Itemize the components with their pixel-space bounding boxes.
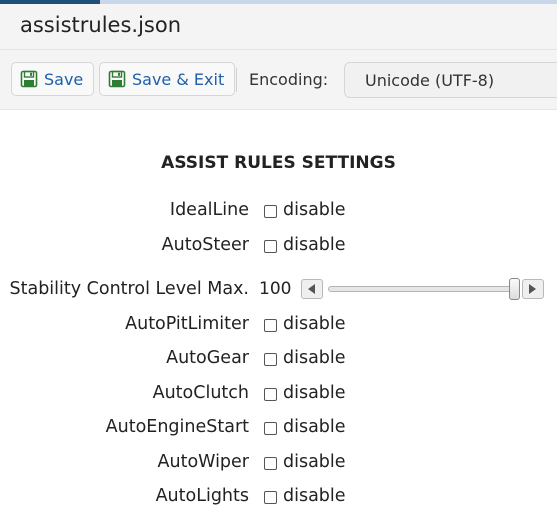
stability-control-value: 100 <box>259 279 292 299</box>
arrow-left-icon[interactable] <box>301 279 323 299</box>
save-exit-icon <box>108 70 126 88</box>
autopitlimiter-disable-label[interactable]: disable <box>283 314 346 334</box>
setting-row-autowiper: AutoWiper disable <box>0 452 557 476</box>
toolbar: Save Save & Exit Encoding: Unicode (UTF-… <box>0 50 557 110</box>
window-title: assistrules.json <box>20 13 182 37</box>
idealline-disable-label[interactable]: disable <box>283 200 346 220</box>
autosteer-checkbox[interactable] <box>264 240 277 253</box>
encoding-select[interactable]: Unicode (UTF-8) <box>344 62 557 98</box>
setting-row-idealline: IdealLine disable <box>0 200 557 224</box>
settings-heading: ASSIST RULES SETTINGS <box>0 153 557 173</box>
setting-label: AutoPitLimiter <box>125 314 249 334</box>
autolights-checkbox[interactable] <box>264 491 277 504</box>
stability-control-label: Stability Control Level Max. <box>9 279 250 299</box>
autowiper-disable-label[interactable]: disable <box>283 452 346 472</box>
setting-row-autogear: AutoGear disable <box>0 348 557 372</box>
setting-label: AutoEngineStart <box>105 417 249 437</box>
autopitlimiter-checkbox[interactable] <box>264 319 277 332</box>
setting-row-autoclutch: AutoClutch disable <box>0 383 557 407</box>
setting-label: IdealLine <box>169 200 249 220</box>
setting-row-autosteer: AutoSteer disable <box>0 235 557 259</box>
save-icon <box>20 70 38 88</box>
toolbar-separator <box>236 68 237 92</box>
autoclutch-disable-label[interactable]: disable <box>283 383 346 403</box>
autosteer-disable-label[interactable]: disable <box>283 235 346 255</box>
encoding-label: Encoding: <box>249 70 329 89</box>
autogear-checkbox[interactable] <box>264 353 277 366</box>
setting-label: AutoGear <box>166 348 249 368</box>
settings-heading-text: ASSIST RULES SETTINGS <box>161 153 396 173</box>
setting-row-autoenginestart: AutoEngineStart disable <box>0 417 557 441</box>
arrow-right-icon[interactable] <box>522 279 544 299</box>
setting-row-autolights: AutoLights disable <box>0 486 557 510</box>
setting-row-stability-control: Stability Control Level Max. 100 <box>0 278 557 303</box>
autoenginestart-disable-label[interactable]: disable <box>283 417 346 437</box>
autogear-disable-label[interactable]: disable <box>283 348 346 368</box>
save-button-label: Save <box>44 69 84 89</box>
save-button[interactable]: Save <box>11 62 95 96</box>
setting-label: AutoWiper <box>157 452 249 472</box>
autoenginestart-checkbox[interactable] <box>264 422 277 435</box>
save-exit-button[interactable]: Save & Exit <box>99 62 236 96</box>
setting-label: AutoLights <box>155 486 249 506</box>
save-exit-button-label: Save & Exit <box>132 69 225 89</box>
idealline-checkbox[interactable] <box>264 205 277 218</box>
title-bar: assistrules.json <box>0 4 557 50</box>
setting-label: AutoClutch <box>152 383 249 403</box>
stability-control-slider-track[interactable] <box>328 286 518 292</box>
stability-control-slider-thumb[interactable] <box>509 278 520 300</box>
setting-row-autopitlimiter: AutoPitLimiter disable <box>0 314 557 338</box>
autolights-disable-label[interactable]: disable <box>283 486 346 506</box>
autoclutch-checkbox[interactable] <box>264 388 277 401</box>
setting-label: AutoSteer <box>161 235 249 255</box>
autowiper-checkbox[interactable] <box>264 457 277 470</box>
